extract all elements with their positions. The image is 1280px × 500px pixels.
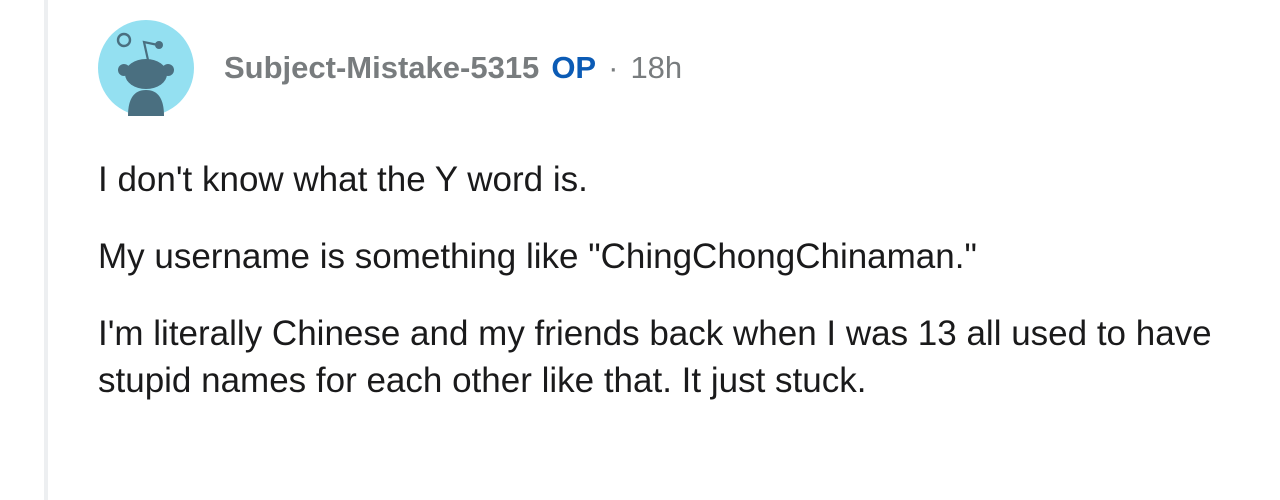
separator-dot: · [608,50,619,85]
comment: Subject-Mistake-5315 OP · 18h I don't kn… [98,20,1258,434]
comment-paragraph: I don't know what the Y word is. [98,160,588,199]
op-badge: OP [551,50,597,85]
snoo-avatar-icon[interactable] [98,20,194,116]
author-username[interactable]: Subject-Mistake-5315 [224,50,539,86]
thread-line[interactable] [44,0,48,500]
comment-paragraph: I'm literally Chinese and my friends bac… [98,314,1212,400]
comment-body: I don't know what the Y word is. My user… [98,156,1258,404]
comment-header: Subject-Mistake-5315 OP · 18h [98,20,1258,116]
comment-timestamp[interactable]: 18h [630,50,682,86]
comment-paragraph: My username is something like "ChingChon… [98,237,977,276]
